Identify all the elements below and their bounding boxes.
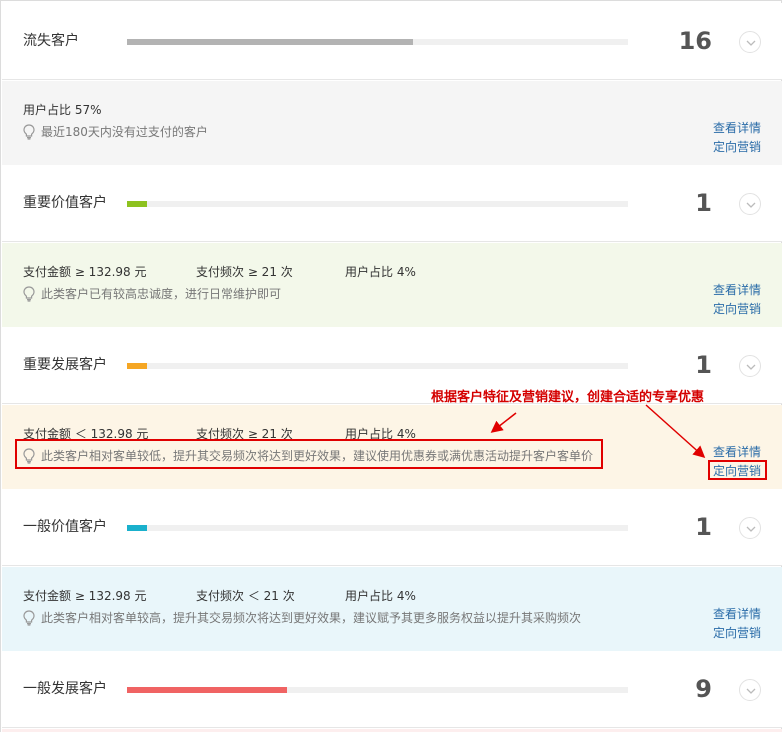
annotation-arrow-to-link [645, 404, 706, 459]
annotation-arrows [490, 404, 706, 459]
customer-segment-panel: 流失客户 16 用户占比 57% 最近180天内没有过支付的客户 查看详情 定向… [0, 0, 782, 732]
annotation-arrow-to-hint [490, 412, 517, 433]
